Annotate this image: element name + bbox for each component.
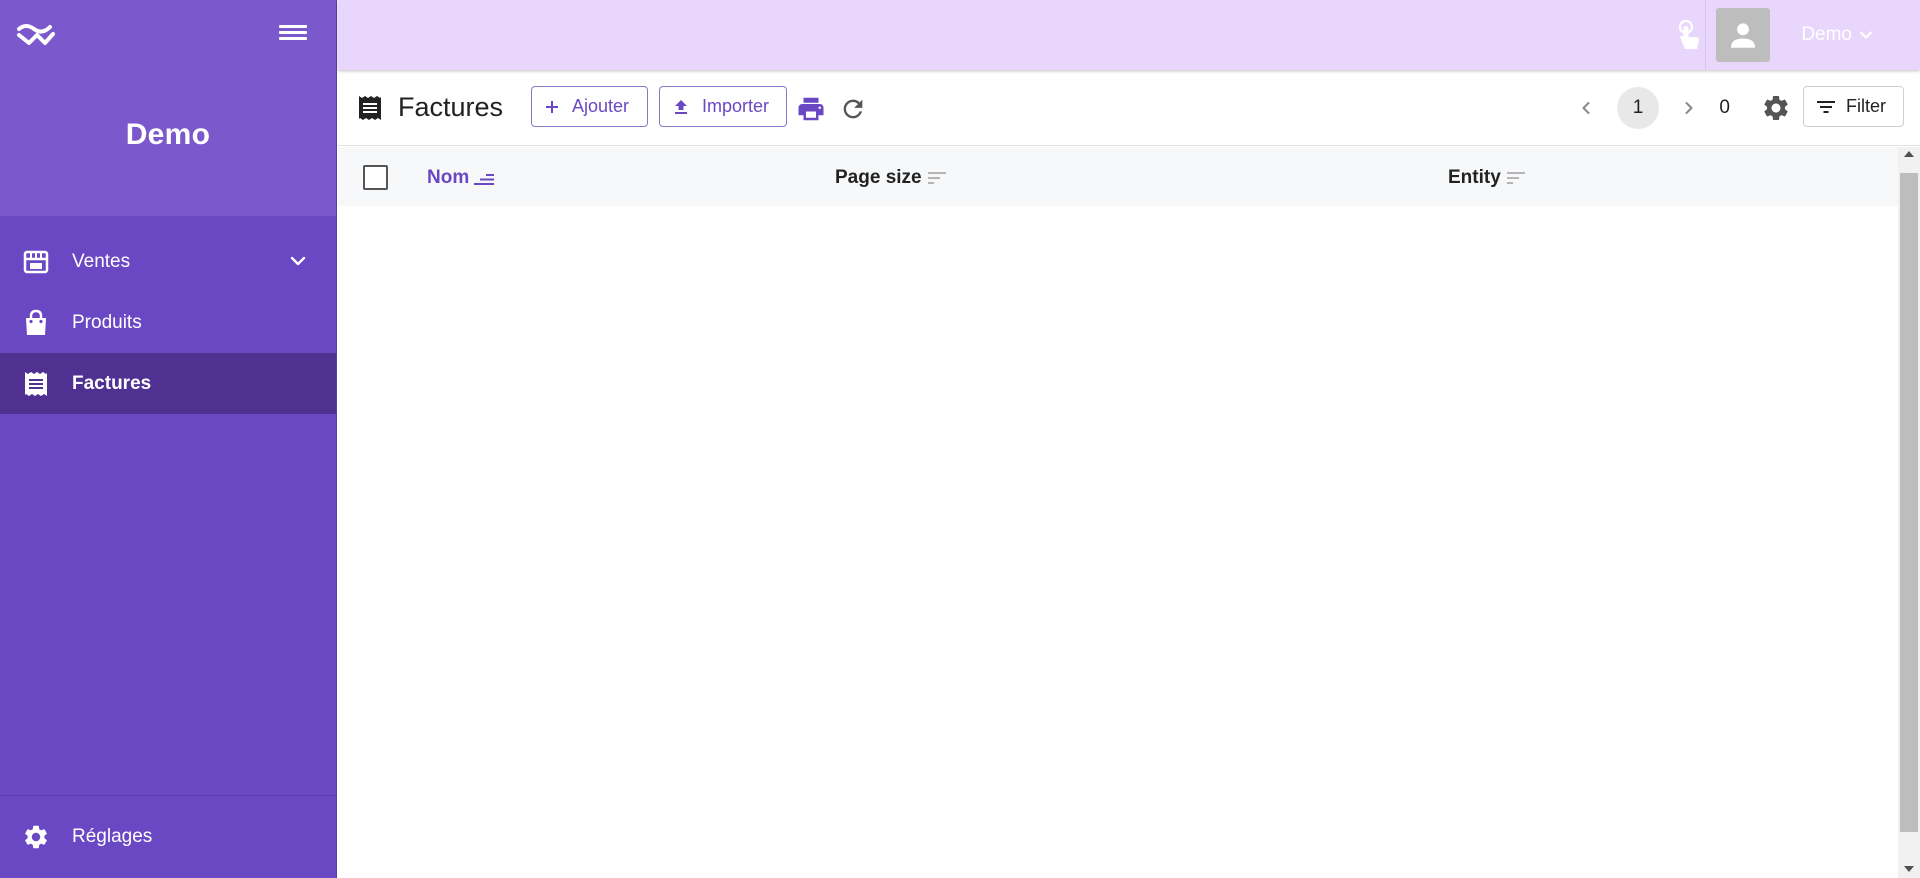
top-bar: Demo [338,0,1920,70]
user-name: Demo [1801,24,1852,45]
sort-ascending-icon [474,174,495,185]
page-header: Factures [356,92,503,123]
total-count: 0 [1719,97,1730,118]
scroll-thumb[interactable] [1900,173,1918,832]
sidebar-item-reglages[interactable]: Réglages [0,795,336,878]
chevron-down-icon[interactable] [288,251,308,271]
sidebar-item-factures[interactable]: Factures [0,353,336,414]
sidebar: Demo Ventes Produits Factures Réglages [0,0,337,878]
select-all-checkbox[interactable] [363,165,388,190]
receipt-icon [359,95,381,120]
column-label: Nom [427,167,470,188]
filter-button[interactable]: Filter [1803,86,1904,127]
sidebar-item-label: Réglages [72,826,153,847]
sidebar-item-ventes[interactable]: Ventes [0,231,336,292]
touch-app-icon[interactable] [1671,18,1705,52]
gear-icon [1764,96,1788,120]
store-icon [22,248,50,276]
receipt-icon [22,370,50,398]
vertical-scrollbar[interactable] [1898,147,1920,878]
list-toolbar: Factures Ajouter Importer 1 0 Filter [338,70,1920,146]
column-header-entity[interactable]: Entity [1448,167,1527,189]
chevron-left-icon [1582,102,1590,114]
user-menu[interactable]: Demo [1801,24,1874,46]
shopping-bag-icon [22,309,50,337]
sidebar-item-label: Ventes [72,250,131,272]
filter-icon [1817,100,1835,113]
import-button-label: Importer [702,96,770,116]
sidebar-item-label: Factures [72,372,152,394]
app-logo-icon[interactable] [16,20,56,48]
column-label: Entity [1448,167,1501,188]
table-header: Nom Page size Entity [338,147,1898,206]
chevron-down-icon [1859,31,1873,39]
column-label: Page size [835,167,922,188]
add-button-label: Ajouter [572,96,630,116]
sidebar-header: Demo [0,0,336,216]
gear-icon [22,823,50,851]
scroll-down-arrow-icon[interactable] [1904,866,1914,872]
avatar[interactable] [1716,8,1770,62]
sort-icon [1506,172,1525,184]
sidebar-nav: Ventes Produits Factures [0,231,336,414]
import-button[interactable]: Importer [659,86,787,127]
invoice-table: Nom Page size Entity [338,147,1898,878]
refresh-button[interactable] [838,94,868,124]
sidebar-item-label: Produits [72,311,142,333]
topbar-divider [1705,0,1706,70]
previous-page-button[interactable] [1573,94,1599,122]
sidebar-item-produits[interactable]: Produits [0,292,336,353]
print-icon [798,97,824,121]
person-icon [1730,23,1756,48]
upload-icon [675,99,687,114]
refresh-icon [843,99,863,119]
next-page-button[interactable] [1676,94,1702,122]
brand-name: Demo [125,118,211,151]
chevron-right-icon [1685,102,1693,114]
column-header-page-size[interactable]: Page size [835,167,948,189]
menu-toggle-icon[interactable] [279,22,307,46]
current-page[interactable]: 1 [1617,87,1659,129]
plus-icon [546,100,558,113]
list-settings-button[interactable] [1760,92,1792,124]
sort-icon [927,172,946,184]
page-title: Factures [398,92,504,122]
scroll-up-arrow-icon[interactable] [1904,151,1914,157]
add-button[interactable]: Ajouter [531,86,648,127]
column-header-nom[interactable]: Nom [427,167,495,189]
print-button[interactable] [796,94,826,124]
filter-button-label: Filter [1846,96,1886,116]
